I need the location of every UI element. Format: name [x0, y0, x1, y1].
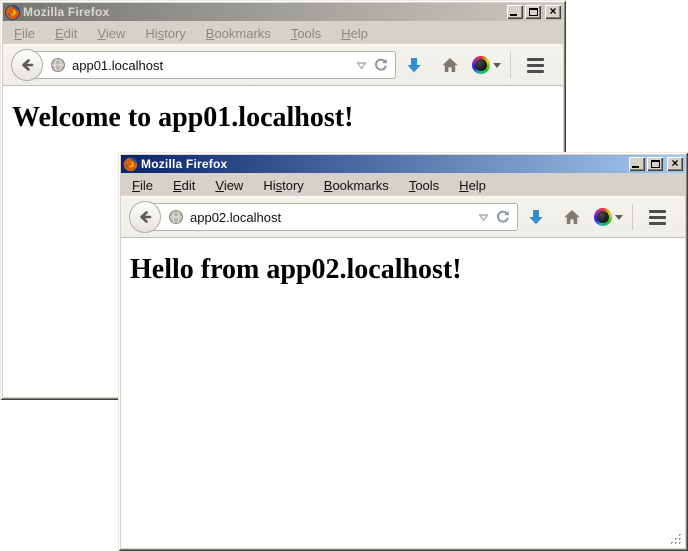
url-dropdown-icon [356, 61, 367, 70]
minimize-button[interactable] [507, 5, 523, 19]
window-controls: × [629, 157, 683, 171]
url-bar[interactable]: app02.localhost [144, 203, 518, 231]
toolbar-separator [510, 52, 511, 78]
page-content: Hello from app02.localhost! [121, 238, 685, 548]
close-button[interactable]: × [545, 5, 561, 19]
menu-history[interactable]: History [257, 176, 309, 195]
url-dropdown-icon [478, 213, 489, 222]
reload-icon [495, 209, 511, 225]
navigation-toolbar: app02.localhost [121, 196, 685, 238]
reload-icon [373, 57, 389, 73]
minimize-icon [510, 14, 517, 16]
page-heading: Hello from app02.localhost! [130, 254, 685, 286]
navigation-toolbar: app01.localhost [3, 44, 563, 86]
menu-caret-icon [615, 215, 623, 220]
back-arrow-icon [136, 208, 154, 226]
resize-grip-icon[interactable] [669, 532, 683, 546]
hamburger-menu-icon [649, 210, 666, 213]
hamburger-menu-button[interactable] [639, 199, 675, 235]
menu-tools[interactable]: Tools [285, 24, 327, 43]
url-bar[interactable]: app01.localhost [26, 51, 396, 79]
downloads-button[interactable] [396, 47, 432, 83]
url-text[interactable]: app02.localhost [190, 210, 472, 225]
downloads-button[interactable] [518, 199, 554, 235]
colorwheel-extension-button[interactable] [590, 199, 626, 235]
reload-button[interactable] [495, 209, 511, 225]
window-controls: × [507, 5, 561, 19]
window-title: Mozilla Firefox [141, 157, 626, 171]
menu-file[interactable]: File [8, 24, 41, 43]
menu-tools[interactable]: Tools [403, 176, 445, 195]
menu-bar: File Edit View History Bookmarks Tools H… [121, 174, 685, 196]
maximize-icon [529, 8, 538, 16]
back-button[interactable] [129, 201, 161, 233]
menu-history[interactable]: History [139, 24, 191, 43]
globe-icon [50, 57, 66, 73]
minimize-button[interactable] [629, 157, 645, 171]
menu-view[interactable]: View [209, 176, 249, 195]
window-title: Mozilla Firefox [23, 5, 504, 19]
globe-icon [168, 209, 184, 225]
hamburger-menu-button[interactable] [517, 47, 553, 83]
home-icon [440, 55, 460, 75]
menu-bookmarks[interactable]: Bookmarks [318, 176, 395, 195]
browser-window-app02[interactable]: Mozilla Firefox × File Edit View History… [118, 152, 688, 551]
home-icon [562, 207, 582, 227]
home-button[interactable] [554, 199, 590, 235]
url-dropdown-button[interactable] [356, 61, 367, 70]
menu-view[interactable]: View [91, 24, 131, 43]
maximize-button[interactable] [525, 5, 541, 19]
url-dropdown-button[interactable] [478, 213, 489, 222]
menu-file[interactable]: File [126, 176, 159, 195]
download-arrow-icon [526, 207, 546, 227]
maximize-icon [651, 160, 660, 168]
menu-bar: File Edit View History Bookmarks Tools H… [3, 22, 563, 44]
title-bar[interactable]: Mozilla Firefox × [121, 155, 685, 173]
minimize-icon [632, 166, 639, 168]
colorwheel-extension-button[interactable] [468, 47, 504, 83]
page-heading: Welcome to app01.localhost! [12, 102, 563, 134]
menu-help[interactable]: Help [453, 176, 492, 195]
firefox-logo-icon [5, 5, 20, 20]
close-button[interactable]: × [667, 157, 683, 171]
url-text[interactable]: app01.localhost [72, 58, 350, 73]
toolbar-separator [632, 204, 633, 230]
title-bar[interactable]: Mozilla Firefox × [3, 3, 563, 21]
reload-button[interactable] [373, 57, 389, 73]
maximize-button[interactable] [647, 157, 663, 171]
menu-edit[interactable]: Edit [167, 176, 201, 195]
firefox-logo-icon [123, 157, 138, 172]
menu-bookmarks[interactable]: Bookmarks [200, 24, 277, 43]
home-button[interactable] [432, 47, 468, 83]
hamburger-menu-icon [527, 58, 544, 61]
colorwheel-icon [594, 208, 612, 226]
menu-edit[interactable]: Edit [49, 24, 83, 43]
back-arrow-icon [18, 56, 36, 74]
back-button[interactable] [11, 49, 43, 81]
menu-help[interactable]: Help [335, 24, 374, 43]
window-inner: Mozilla Firefox × File Edit View History… [121, 155, 685, 548]
menu-caret-icon [493, 63, 501, 68]
colorwheel-icon [472, 56, 490, 74]
download-arrow-icon [404, 55, 424, 75]
